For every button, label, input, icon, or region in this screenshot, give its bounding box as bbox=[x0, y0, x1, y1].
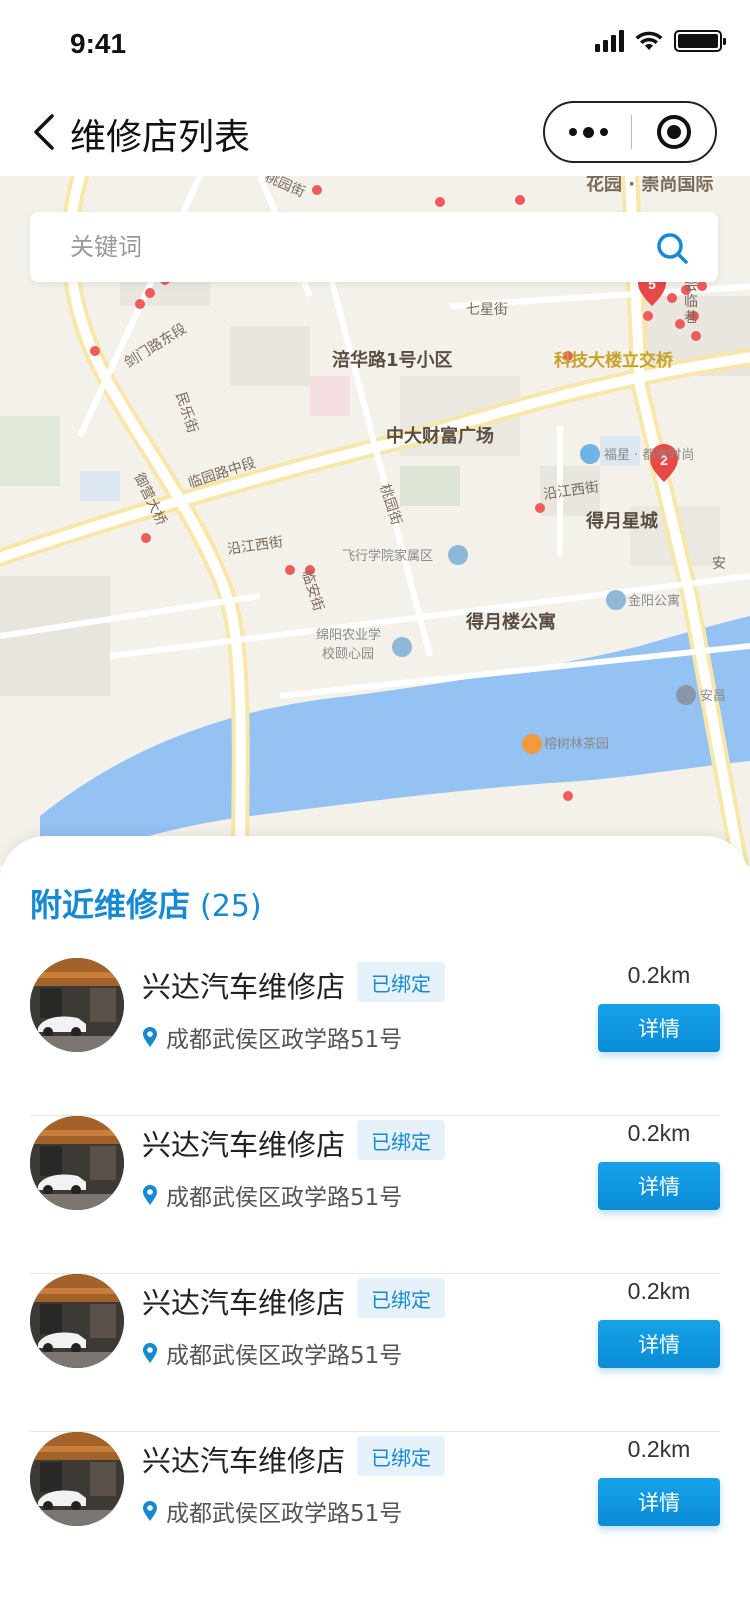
location-pin-icon bbox=[143, 1501, 157, 1521]
detail-button[interactable]: 详情 bbox=[598, 1162, 720, 1210]
cellular-signal-icon bbox=[595, 30, 624, 52]
map-label: 巷 bbox=[684, 310, 698, 326]
shop-list-item[interactable]: 兴达汽车维修店 已绑定 成都武侯区政学路51号 0.2km 详情 bbox=[30, 1274, 720, 1432]
shop-distance: 0.2km bbox=[627, 1278, 691, 1304]
shop-distance: 0.2km bbox=[627, 962, 691, 988]
map-label: 七星街 bbox=[466, 302, 508, 318]
map-label: 得月楼公寓 bbox=[465, 611, 556, 633]
map-label: 安 bbox=[712, 556, 726, 572]
shop-address: 成都武侯区政学路51号 bbox=[142, 1020, 402, 1054]
map-label: 得月星城 bbox=[585, 510, 658, 532]
location-poi-icon bbox=[676, 685, 696, 705]
back-arrow-icon[interactable] bbox=[28, 110, 68, 154]
shop-avatar bbox=[30, 1432, 124, 1526]
shop-list: 兴达汽车维修店 已绑定 成都武侯区政学路51号 0.2km 详情 兴达汽车维修店… bbox=[30, 958, 720, 1590]
bound-status-badge: 已绑定 bbox=[357, 1120, 445, 1160]
mini-program-capsule bbox=[543, 101, 717, 163]
shop-avatar bbox=[30, 1116, 124, 1210]
shop-distance: 0.2km bbox=[627, 1436, 691, 1462]
shop-list-item[interactable]: 兴达汽车维修店 已绑定 成都武侯区政学路51号 0.2km 详情 bbox=[30, 1116, 720, 1274]
map-label: 安昌 bbox=[700, 689, 726, 704]
location-pin-icon bbox=[143, 1343, 157, 1363]
search-icon[interactable] bbox=[654, 230, 690, 266]
map-label: 科技大楼立交桥 bbox=[554, 350, 674, 371]
shop-distance: 0.2km bbox=[627, 1120, 691, 1146]
map-label: 福星 · 都市时尚 bbox=[604, 447, 694, 463]
map-label: 临 bbox=[684, 294, 698, 310]
detail-button[interactable]: 详情 bbox=[598, 1004, 720, 1052]
shop-address-text: 成都武侯区政学路51号 bbox=[166, 1185, 403, 1211]
location-pin-icon bbox=[143, 1027, 157, 1047]
map-label: 绵阳农业学 bbox=[316, 627, 381, 643]
shop-list-item[interactable]: 兴达汽车维修店 已绑定 成都武侯区政学路51号 0.2km 详情 bbox=[30, 1432, 720, 1590]
shop-list-panel: 附近维修店 (25) 兴达汽车维修店 已绑定 成都武侯区政学路51号 0.2km… bbox=[0, 836, 750, 1624]
location-pin-icon bbox=[143, 1185, 157, 1205]
map-label: 榕树林茶园 bbox=[544, 736, 609, 752]
map-label: 金阳公寓 bbox=[628, 593, 680, 609]
status-bar: 9:41 bbox=[0, 0, 750, 88]
shop-address: 成都武侯区政学路51号 bbox=[142, 1178, 402, 1212]
shop-address-text: 成都武侯区政学路51号 bbox=[166, 1343, 403, 1369]
page-title: 维修店列表 bbox=[70, 117, 251, 158]
map-label: 中大财富广场 bbox=[386, 425, 494, 447]
bound-status-badge: 已绑定 bbox=[357, 1436, 445, 1476]
bound-status-badge: 已绑定 bbox=[357, 1278, 445, 1318]
home-poi-icon bbox=[606, 590, 626, 610]
map-label: 校颐心园 bbox=[322, 646, 374, 662]
close-program-button[interactable] bbox=[632, 115, 715, 149]
detail-button[interactable]: 详情 bbox=[598, 1320, 720, 1368]
bound-status-badge: 已绑定 bbox=[357, 962, 445, 1002]
shop-avatar bbox=[30, 958, 124, 1052]
shop-name: 兴达汽车维修店 bbox=[142, 1444, 346, 1478]
panel-title-text: 附近维修店 bbox=[30, 886, 191, 924]
navigation-bar: 维修店列表 bbox=[0, 88, 750, 176]
shop-address: 成都武侯区政学路51号 bbox=[142, 1494, 402, 1528]
wifi-icon bbox=[635, 31, 663, 50]
building-poi-icon bbox=[580, 444, 600, 464]
shop-address: 成都武侯区政学路51号 bbox=[142, 1336, 402, 1370]
detail-button[interactable]: 详情 bbox=[598, 1478, 720, 1526]
home-poi-icon bbox=[448, 545, 468, 565]
map-label: 花园 · 崇尚国际 bbox=[586, 176, 713, 195]
shop-count: (25) bbox=[200, 889, 262, 924]
status-time: 9:41 bbox=[70, 28, 127, 59]
search-bar bbox=[30, 212, 718, 282]
target-icon bbox=[656, 115, 691, 149]
shop-name: 兴达汽车维修店 bbox=[142, 1128, 346, 1162]
shop-name: 兴达汽车维修店 bbox=[142, 1286, 346, 1320]
shop-address-text: 成都武侯区政学路51号 bbox=[166, 1027, 403, 1053]
status-icons bbox=[595, 30, 726, 52]
map-label: 涪华路1号小区 bbox=[332, 349, 453, 371]
shop-name: 兴达汽车维修店 bbox=[142, 970, 346, 1004]
cafe-poi-icon bbox=[522, 734, 542, 754]
battery-icon bbox=[674, 30, 726, 52]
shop-avatar bbox=[30, 1274, 124, 1368]
more-menu-icon[interactable] bbox=[545, 103, 631, 161]
shop-list-item[interactable]: 兴达汽车维修店 已绑定 成都武侯区政学路51号 0.2km 详情 bbox=[30, 958, 720, 1116]
map-label: 飞行学院家属区 bbox=[342, 548, 433, 564]
search-input[interactable] bbox=[70, 212, 650, 282]
panel-title: 附近维修店 (25) bbox=[30, 880, 262, 926]
home-poi-icon bbox=[392, 637, 412, 657]
shop-address-text: 成都武侯区政学路51号 bbox=[166, 1501, 403, 1527]
